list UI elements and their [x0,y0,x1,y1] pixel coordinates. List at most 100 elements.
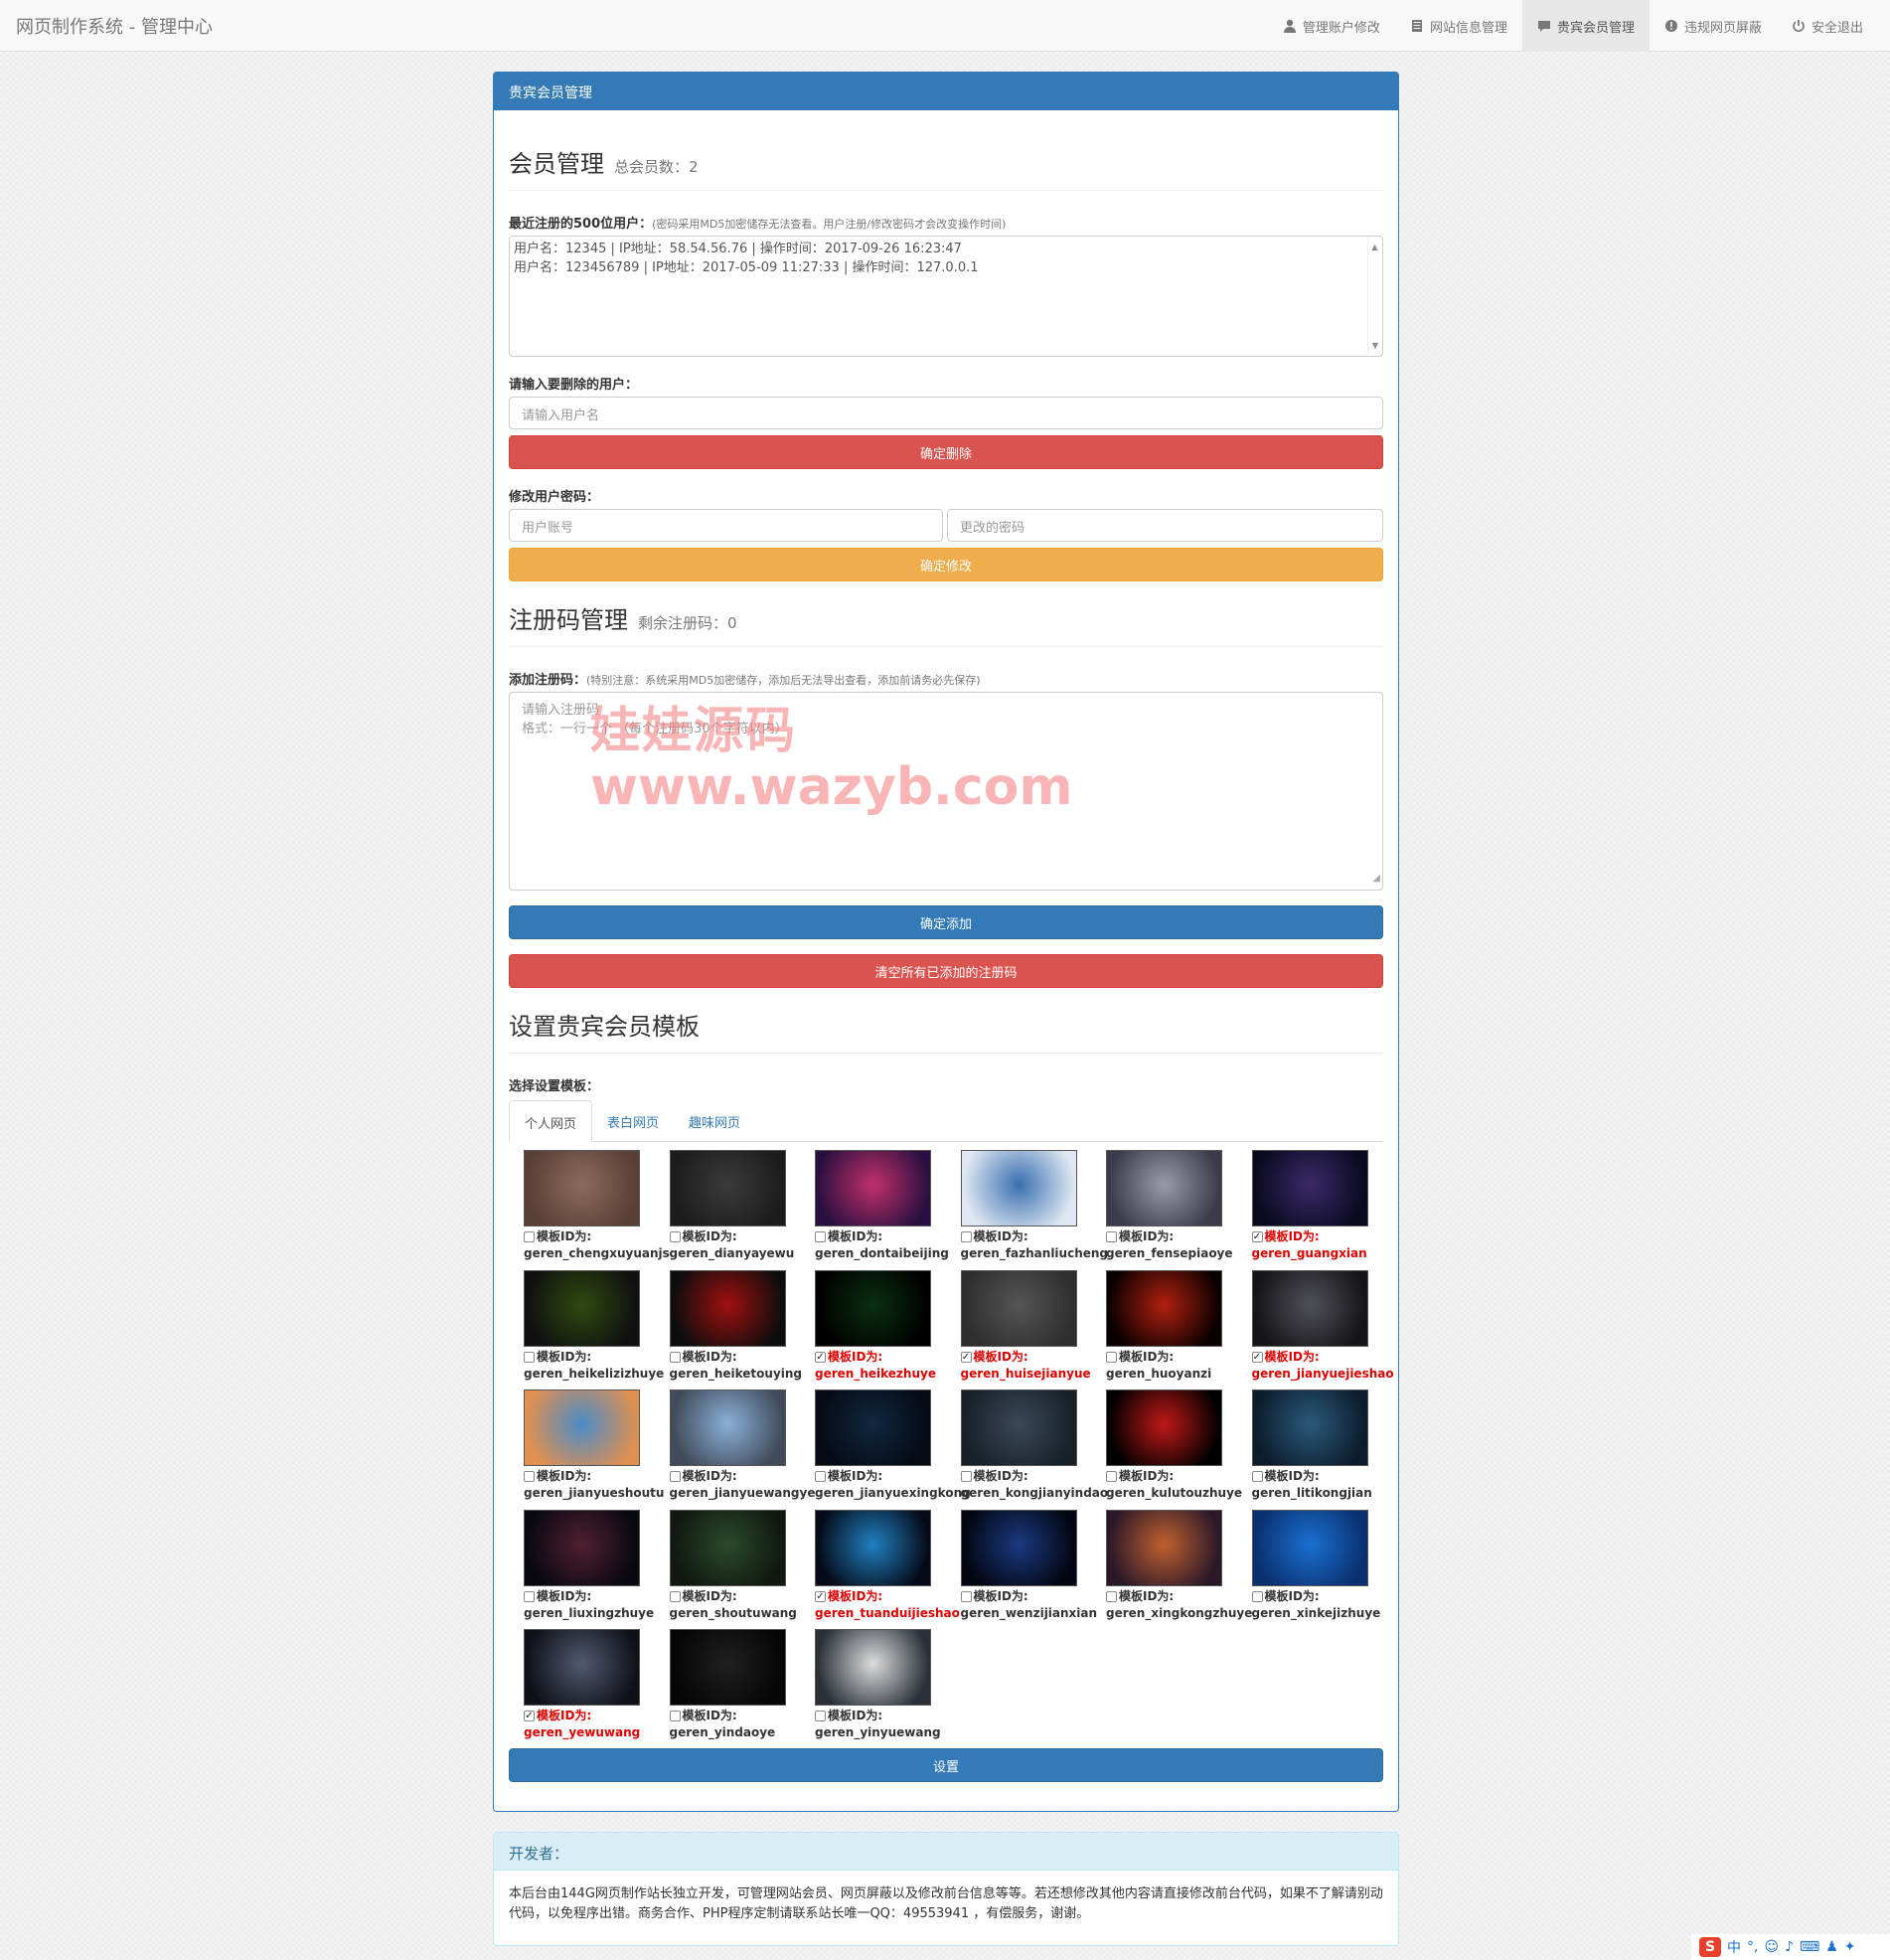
template-item[interactable]: ✓ 模板ID为: geren_heikezhuye [815,1269,954,1388]
confirm-delete-button[interactable]: 确定删除 [509,435,1383,469]
template-item[interactable]: 模板ID为: geren_fensepiaoye [1106,1150,1245,1267]
template-thumbnail[interactable] [524,1509,640,1586]
template-item[interactable]: 模板ID为: geren_litikongjian [1251,1389,1391,1507]
template-item[interactable]: ✓ 模板ID为: geren_yewuwang [524,1629,663,1746]
template-checkbox[interactable] [669,1711,681,1721]
template-item[interactable]: 模板ID为: geren_kulutouzhuye [1106,1389,1245,1507]
template-item[interactable]: 模板ID为: geren_fazhanliucheng [960,1150,1108,1267]
nav-item-logout[interactable]: 安全退出 [1777,0,1878,52]
nav-item-site-info[interactable]: 网站信息管理 [1395,0,1522,52]
new-password-input[interactable]: 更改的密码 [947,509,1383,542]
template-thumbnail[interactable] [1251,1269,1368,1347]
app-title[interactable]: 网页制作系统 - 管理中心 [16,13,213,39]
template-thumbnail[interactable] [1106,1150,1222,1226]
template-thumbnail[interactable] [815,1509,931,1586]
template-thumbnail[interactable] [1251,1509,1368,1586]
account-input[interactable]: 用户账号 [509,509,943,542]
template-item[interactable]: 模板ID为: geren_kongjianyindao [960,1389,1108,1507]
scroll-down-icon[interactable]: ▼ [1368,336,1382,355]
template-checkbox[interactable] [1251,1590,1263,1602]
template-thumbnail[interactable] [669,1629,786,1706]
skin-icon[interactable]: ✦ [1844,1939,1856,1955]
template-checkbox[interactable] [1106,1471,1117,1482]
template-item[interactable]: 模板ID为: geren_liuxingzhuye [524,1509,663,1627]
recent-users-textarea[interactable]: 用户名：12345 | IP地址：58.54.56.76 | 操作时间：2017… [509,236,1383,357]
template-checkbox[interactable]: ✓ [1251,1351,1263,1363]
template-checkbox[interactable] [1106,1351,1117,1363]
clear-codes-button[interactable]: 清空所有已添加的注册码 [509,954,1383,988]
template-checkbox[interactable] [815,1471,826,1482]
sogou-logo-icon[interactable]: S [1699,1937,1721,1957]
template-thumbnail[interactable] [815,1389,931,1466]
template-thumbnail[interactable] [524,1629,640,1706]
template-item[interactable]: 模板ID为: geren_heikelizizhuye [524,1269,664,1388]
template-checkbox[interactable] [669,1590,681,1602]
template-item[interactable]: 模板ID为: geren_dontaibeijing [815,1150,954,1267]
template-checkbox[interactable] [669,1231,681,1242]
tab-confession[interactable]: 表白网页 [592,1100,674,1142]
template-checkbox[interactable]: ✓ [524,1711,535,1721]
template-item[interactable]: 模板ID为: geren_wenzijianxian [960,1509,1100,1627]
template-item[interactable]: 模板ID为: geren_shoutuwang [669,1509,809,1627]
template-thumbnail[interactable] [524,1269,640,1347]
template-checkbox[interactable] [524,1351,535,1363]
template-checkbox[interactable]: ✓ [960,1351,972,1363]
template-thumbnail[interactable] [815,1269,931,1347]
template-item[interactable]: 模板ID为: geren_yinyuewang [815,1629,954,1746]
nav-item-block[interactable]: 违规网页屏蔽 [1650,0,1777,52]
nav-item-account[interactable]: 管理账户修改 [1268,0,1395,52]
template-thumbnail[interactable] [1106,1509,1222,1586]
resize-handle-icon[interactable]: ◢ [1372,869,1380,888]
template-item[interactable]: ✓ 模板ID为: geren_tuanduijieshao [815,1509,960,1627]
template-thumbnail[interactable] [960,1269,1077,1347]
template-checkbox[interactable] [960,1471,972,1482]
template-thumbnail[interactable] [960,1509,1077,1586]
template-checkbox[interactable] [815,1711,826,1721]
tab-fun[interactable]: 趣味网页 [674,1100,755,1142]
template-checkbox[interactable] [960,1231,972,1242]
template-thumbnail[interactable] [669,1269,786,1347]
template-thumbnail[interactable] [1251,1150,1368,1226]
template-checkbox[interactable] [1106,1231,1117,1242]
template-thumbnail[interactable] [1251,1389,1368,1466]
template-item[interactable]: 模板ID为: geren_xinkejizhuye [1251,1509,1391,1627]
template-item[interactable]: 模板ID为: geren_yindaoye [669,1629,809,1746]
template-thumbnail[interactable] [524,1150,640,1226]
template-thumbnail[interactable] [669,1389,786,1466]
textarea-scrollbar[interactable]: ▲ ▼ [1367,238,1381,355]
template-thumbnail[interactable] [524,1389,640,1466]
template-thumbnail[interactable] [960,1150,1077,1226]
template-item[interactable]: ✓ 模板ID为: geren_huisejianyue [960,1269,1100,1388]
tab-personal[interactable]: 个人网页 [509,1100,593,1142]
microphone-icon[interactable]: ♪ [1785,1939,1794,1955]
scroll-up-icon[interactable]: ▲ [1368,238,1381,256]
ime-mode-label[interactable]: 中 [1727,1937,1741,1957]
template-thumbnail[interactable] [1106,1269,1222,1347]
template-thumbnail[interactable] [960,1389,1077,1466]
punctuation-icon[interactable]: °, [1747,1939,1758,1955]
template-checkbox[interactable] [524,1231,535,1242]
confirm-add-button[interactable]: 确定添加 [509,905,1383,939]
template-thumbnail[interactable] [815,1150,931,1226]
emoji-icon[interactable]: ☺ [1764,1939,1779,1955]
template-thumbnail[interactable] [669,1509,786,1586]
template-item[interactable]: 模板ID为: geren_xingkongzhuye [1106,1509,1252,1627]
nav-item-vip[interactable]: 贵宾会员管理 [1521,0,1650,52]
template-checkbox[interactable] [669,1351,681,1363]
template-checkbox[interactable]: ✓ [1251,1231,1263,1242]
template-checkbox[interactable] [524,1590,535,1602]
delete-username-input[interactable]: 请输入用户名 [509,397,1383,429]
template-item[interactable]: 模板ID为: geren_jianyuexingkong [815,1389,971,1507]
template-checkbox[interactable] [1251,1471,1263,1482]
confirm-change-button[interactable]: 确定修改 [509,548,1383,581]
template-checkbox[interactable]: ✓ [815,1590,826,1602]
template-item[interactable]: 模板ID为: geren_heiketouying [669,1269,809,1388]
template-item[interactable]: 模板ID为: geren_dianyayewu [669,1150,809,1267]
user-icon[interactable]: ♟ [1825,1939,1838,1955]
template-checkbox[interactable] [815,1231,826,1242]
template-item[interactable]: 模板ID为: geren_huoyanzi [1106,1269,1245,1388]
template-item[interactable]: ✓ 模板ID为: geren_jianyuejieshao [1251,1269,1394,1388]
template-item[interactable]: 模板ID为: geren_chengxuyuanjs [524,1150,670,1267]
template-thumbnail[interactable] [1106,1389,1222,1466]
template-item[interactable]: 模板ID为: geren_jianyuewangye [669,1389,815,1507]
